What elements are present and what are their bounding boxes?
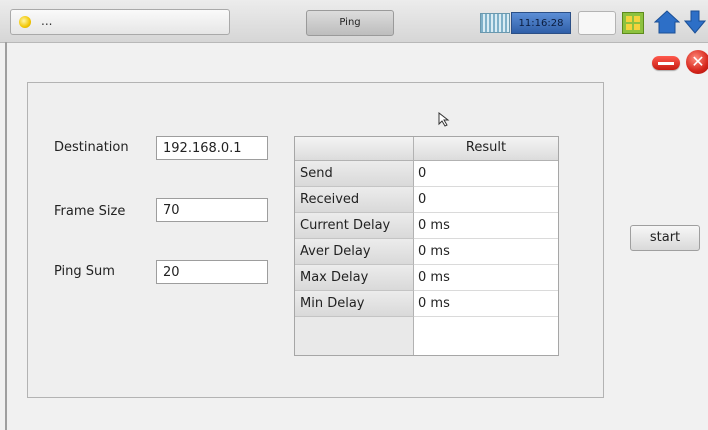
- home-icon[interactable]: [654, 10, 680, 34]
- window-edge: [5, 42, 7, 430]
- row-label-min-delay: Min Delay: [295, 291, 414, 317]
- blank-indicator: [578, 11, 616, 35]
- row-value-current-delay: 0 ms: [414, 213, 558, 239]
- tab-ping[interactable]: Ping: [306, 10, 394, 36]
- frame-size-label: Frame Size: [54, 204, 126, 219]
- ping-sum-label: Ping Sum: [54, 264, 115, 279]
- row-value-aver-delay: 0 ms: [414, 239, 558, 265]
- ping-sum-input[interactable]: [156, 260, 268, 284]
- row-value-max-delay: 0 ms: [414, 265, 558, 291]
- row-label-max-delay: Max Delay: [295, 265, 414, 291]
- top-bar: ... Ping 11:16:28: [0, 0, 708, 43]
- table-header-blank: [295, 137, 414, 161]
- clock: 11:16:28: [511, 12, 571, 34]
- status-bulb-icon: [19, 16, 31, 28]
- row-label-received: Received: [295, 187, 414, 213]
- row-label-send: Send: [295, 161, 414, 187]
- status-text: ...: [41, 14, 53, 28]
- mouse-pointer-icon: [438, 112, 450, 127]
- status-box[interactable]: ...: [10, 9, 230, 35]
- minimize-icon[interactable]: [652, 56, 680, 70]
- row-label-aver-delay: Aver Delay: [295, 239, 414, 265]
- start-button[interactable]: start: [630, 225, 700, 251]
- destination-input[interactable]: [156, 136, 268, 160]
- result-table: Result Send 0 Received 0 Current Delay 0…: [294, 136, 559, 356]
- keyboard-icon[interactable]: [480, 13, 510, 33]
- arrow-down-icon[interactable]: [684, 10, 706, 34]
- row-value-min-delay: 0 ms: [414, 291, 558, 317]
- row-value-send: 0: [414, 161, 558, 187]
- close-icon[interactable]: ✕: [686, 50, 708, 74]
- table-empty-area: [295, 317, 414, 355]
- destination-label: Destination: [54, 140, 129, 155]
- frame-size-input[interactable]: [156, 198, 268, 222]
- grid-icon[interactable]: [622, 12, 644, 34]
- row-value-received: 0: [414, 187, 558, 213]
- row-label-current-delay: Current Delay: [295, 213, 414, 239]
- table-header-result: Result: [414, 137, 558, 161]
